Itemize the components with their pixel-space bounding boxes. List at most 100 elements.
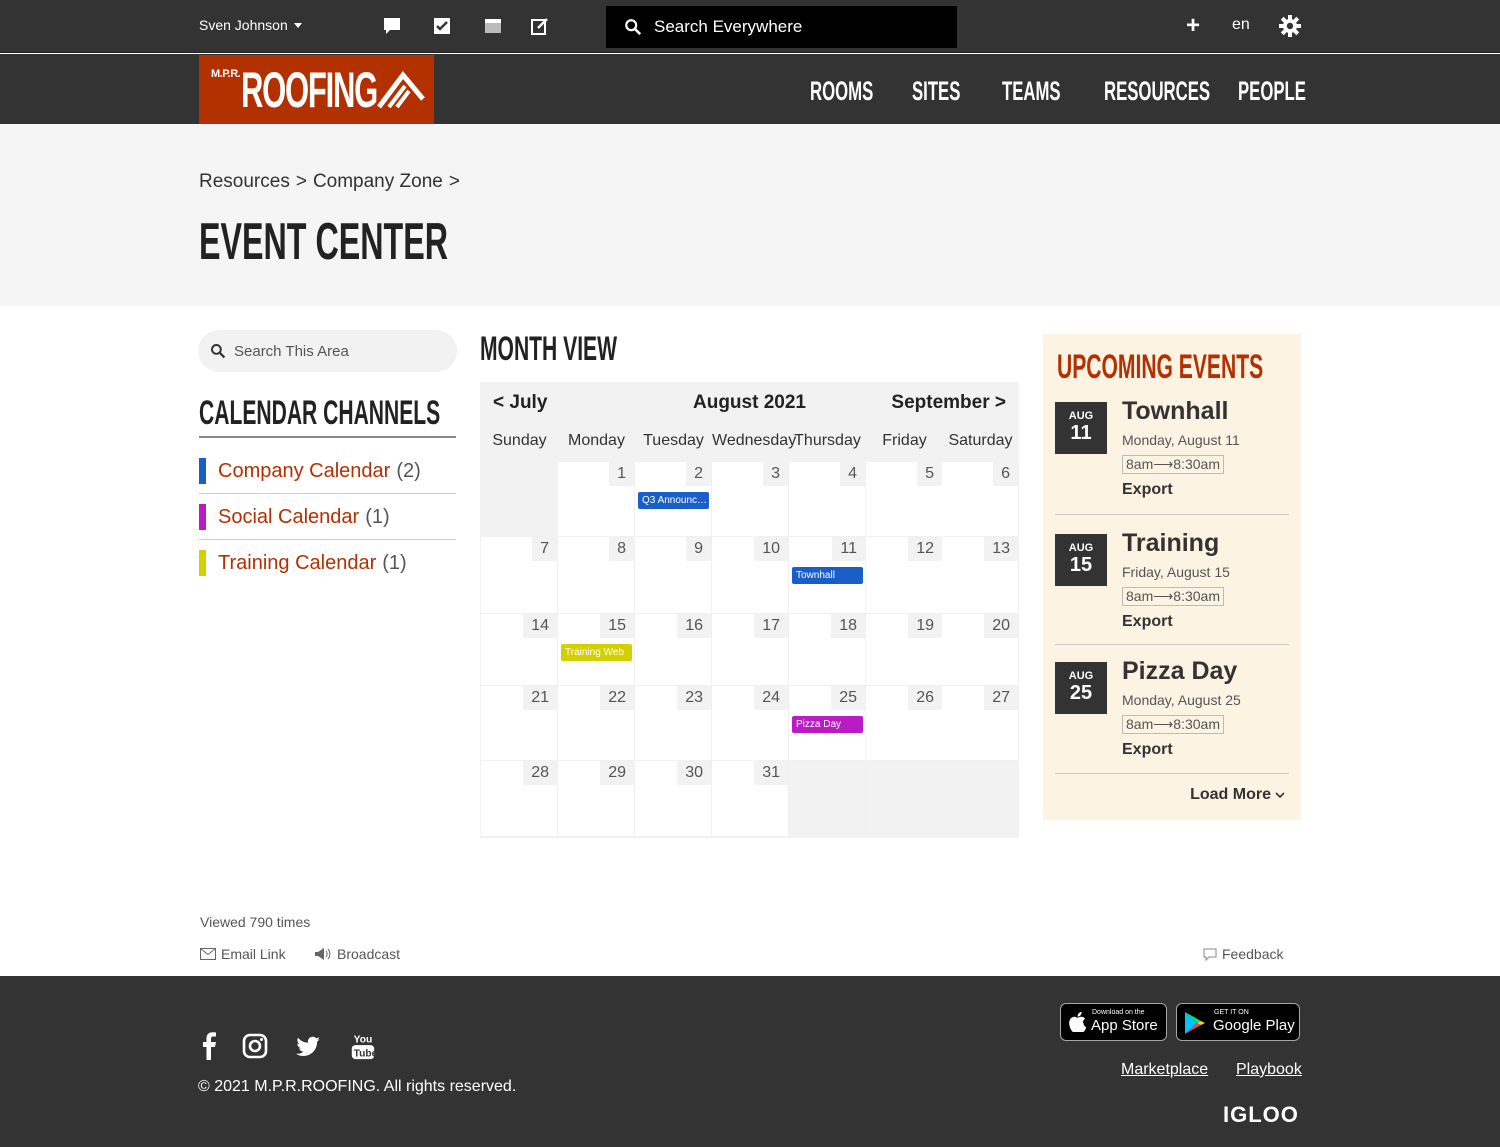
- global-search-placeholder: Search Everywhere: [654, 17, 803, 36]
- user-menu[interactable]: Sven Johnson: [199, 17, 302, 33]
- calendar-day-cell[interactable]: 13: [942, 537, 1019, 614]
- day-number: 23: [677, 686, 711, 710]
- calendar-day-cell[interactable]: 18: [789, 614, 866, 686]
- logo[interactable]: M.P.R. ROOFING: [199, 55, 434, 124]
- broadcast-button[interactable]: Broadcast: [314, 946, 400, 962]
- export-button[interactable]: Export: [1122, 741, 1173, 759]
- calendar-day-cell[interactable]: 16: [635, 614, 712, 686]
- divider: [1055, 773, 1289, 774]
- calendar-day-cell[interactable]: 15 Training Web: [558, 614, 635, 686]
- day-number: 20: [984, 614, 1018, 638]
- email-link-button[interactable]: Email Link: [200, 946, 286, 962]
- calendar-day-cell[interactable]: 9: [635, 537, 712, 614]
- channel-name: Company Calendar: [218, 459, 391, 482]
- calendar-day-cell[interactable]: 7: [481, 537, 558, 614]
- calendar-day-cell[interactable]: 8: [558, 537, 635, 614]
- prev-month-button[interactable]: < July: [493, 392, 547, 414]
- calendar-empty-cell: [866, 761, 943, 837]
- chat-icon[interactable]: [382, 16, 402, 36]
- nav-resources[interactable]: RESOURCES: [1104, 76, 1210, 107]
- calendar-event-chip[interactable]: Training Web: [561, 644, 632, 661]
- compose-icon[interactable]: [530, 16, 550, 36]
- load-more-button[interactable]: Load More: [1190, 786, 1285, 804]
- youtube-icon[interactable]: You Tube: [350, 1032, 376, 1060]
- channel-item[interactable]: Company Calendar (2): [199, 448, 456, 494]
- calendar-event-chip[interactable]: Townhall: [792, 567, 863, 584]
- day-number: 26: [908, 686, 942, 710]
- calendar-day-cell[interactable]: 4: [789, 462, 866, 537]
- breadcrumb-company-zone[interactable]: Company Zone: [313, 171, 443, 193]
- day-number: 4: [840, 462, 865, 486]
- nav-sites[interactable]: SITES: [912, 76, 960, 107]
- gear-icon[interactable]: [1278, 14, 1302, 38]
- event-date-text: Monday, August 25: [1122, 692, 1241, 708]
- upcoming-events-panel: UPCOMING EVENTS AUG 11 Townhall Monday, Aug…: [1043, 334, 1301, 820]
- nav-people[interactable]: PEOPLE: [1238, 76, 1306, 107]
- day-number: 28: [523, 761, 557, 785]
- calendar-day-cell[interactable]: 14: [481, 614, 558, 686]
- tasks-check-icon[interactable]: [432, 16, 452, 36]
- plus-icon[interactable]: +: [1186, 14, 1200, 38]
- export-button[interactable]: Export: [1122, 481, 1173, 499]
- calendar-day-cell[interactable]: 27: [942, 686, 1019, 761]
- breadcrumb-resources[interactable]: Resources: [199, 171, 290, 193]
- facebook-icon[interactable]: [196, 1032, 222, 1060]
- calendar-day-cell[interactable]: 10: [712, 537, 789, 614]
- calendar-day-cell[interactable]: 19: [866, 614, 943, 686]
- event-date-badge: AUG 11: [1055, 402, 1107, 454]
- app-store-badge[interactable]: Download on the App Store: [1060, 1003, 1167, 1041]
- search-icon: [211, 344, 226, 359]
- marketplace-link[interactable]: Marketplace: [1121, 1061, 1208, 1079]
- calendar-day-cell[interactable]: 28: [481, 761, 558, 837]
- nav-rooms[interactable]: ROOMS: [810, 76, 873, 107]
- load-more-label: Load More: [1190, 786, 1271, 803]
- calendar-day-cell[interactable]: 24: [712, 686, 789, 761]
- calendar-day-cell[interactable]: 1: [558, 462, 635, 537]
- channel-item[interactable]: Training Calendar (1): [199, 540, 456, 586]
- day-number: 12: [908, 537, 942, 561]
- instagram-icon[interactable]: [242, 1032, 268, 1060]
- calendar-day-cell[interactable]: 5: [866, 462, 943, 537]
- calendar-day-cell[interactable]: 20: [942, 614, 1019, 686]
- google-play-big: Google Play: [1213, 1017, 1295, 1034]
- calendar-day-cell[interactable]: 2 Q3 Announce...: [635, 462, 712, 537]
- calendar-day-cell[interactable]: 30: [635, 761, 712, 837]
- day-number: 19: [908, 614, 942, 638]
- calendar-day-cell[interactable]: 23: [635, 686, 712, 761]
- export-button[interactable]: Export: [1122, 613, 1173, 631]
- inbox-icon[interactable]: [483, 16, 503, 36]
- calendar-day-cell[interactable]: 11 Townhall: [789, 537, 866, 614]
- event-title-link[interactable]: Townhall: [1122, 397, 1228, 426]
- event-title-link[interactable]: Training: [1122, 529, 1219, 558]
- calendar-day-cell[interactable]: 12: [866, 537, 943, 614]
- google-play-badge[interactable]: GET IT ON Google Play: [1176, 1003, 1300, 1041]
- calendar-day-cell[interactable]: 22: [558, 686, 635, 761]
- calendar-event-chip[interactable]: Q3 Announce...: [638, 492, 709, 509]
- event-date-badge: AUG 15: [1055, 534, 1107, 586]
- playbook-link[interactable]: Playbook: [1236, 1061, 1302, 1079]
- language-selector[interactable]: en: [1232, 16, 1250, 34]
- channel-item[interactable]: Social Calendar (1): [199, 494, 456, 540]
- next-month-button[interactable]: September >: [891, 392, 1006, 414]
- top-bar: Sven Johnson Search Everywhere + en: [0, 0, 1500, 53]
- area-search-input[interactable]: Search This Area: [198, 330, 457, 372]
- calendar-day-cell[interactable]: 31: [712, 761, 789, 837]
- calendar-event-chip[interactable]: Pizza Day: [792, 716, 863, 733]
- nav-teams[interactable]: TEAMS: [1002, 76, 1061, 107]
- day-number: 13: [984, 537, 1018, 561]
- calendar-day-cell[interactable]: 26: [866, 686, 943, 761]
- feedback-button[interactable]: Feedback: [1203, 946, 1283, 962]
- global-search-input[interactable]: Search Everywhere: [606, 6, 957, 48]
- calendar-day-cell[interactable]: 25 Pizza Day: [789, 686, 866, 761]
- calendar-day-cell[interactable]: 6: [942, 462, 1019, 537]
- calendar-day-cell[interactable]: 29: [558, 761, 635, 837]
- view-count: Viewed 790 times: [200, 914, 311, 930]
- event-title-link[interactable]: Pizza Day: [1122, 657, 1237, 686]
- calendar-day-cell[interactable]: 3: [712, 462, 789, 537]
- day-number: 15: [600, 614, 634, 638]
- calendar-day-cell[interactable]: 21: [481, 686, 558, 761]
- calendar-day-cell[interactable]: 17: [712, 614, 789, 686]
- twitter-icon[interactable]: [295, 1032, 321, 1060]
- divider: [1055, 644, 1289, 645]
- day-number: 31: [754, 761, 788, 785]
